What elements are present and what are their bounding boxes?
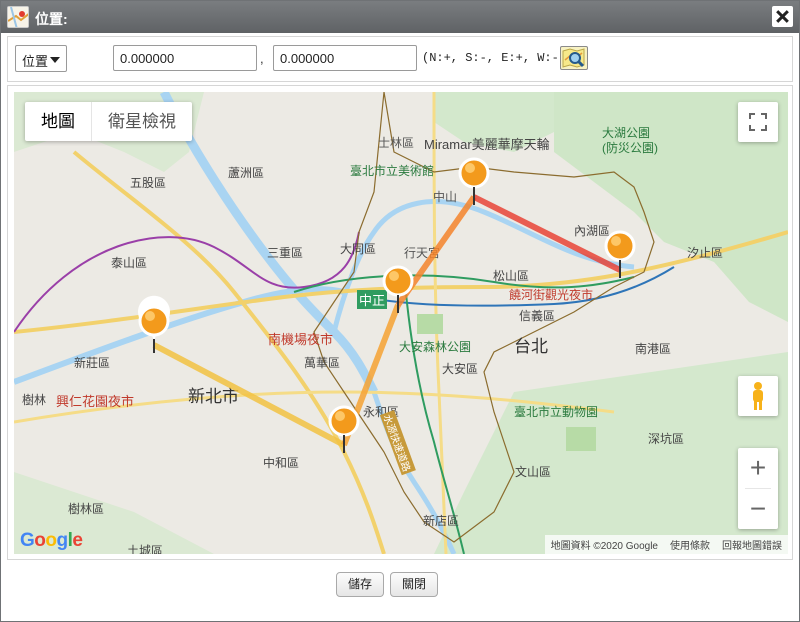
coordinate-hint: (N:+, S:-, E:+, W:- ) [422, 51, 574, 65]
title-bar: 位置: [1, 1, 799, 33]
map-canvas[interactable]: 士林區 Miramar美麗華摩天輪 大湖公園 (防災公園) 五股區 蘆洲區 臺北… [14, 92, 788, 554]
map-frame: 士林區 Miramar美麗華摩天輪 大湖公園 (防災公園) 五股區 蘆洲區 臺北… [7, 85, 793, 560]
street-view-button[interactable] [738, 376, 778, 416]
marker-xinzhuang [138, 295, 170, 353]
chevron-down-icon [50, 57, 60, 63]
map-attribution: 地圖資料 ©2020 Google 使用條款 回報地圖錯誤 [544, 535, 788, 554]
zoom-control: + − [738, 448, 778, 529]
marker-zhongzheng [382, 265, 414, 313]
locate-button[interactable] [560, 46, 588, 70]
route-overlay [138, 157, 636, 453]
terms-link[interactable]: 使用條款 [670, 537, 710, 552]
route-segment-4 [472, 194, 622, 273]
fullscreen-button[interactable] [738, 102, 778, 142]
tab-map[interactable]: 地圖 [25, 102, 91, 141]
marker-zhonghe [328, 405, 360, 453]
close-button[interactable]: 關閉 [390, 572, 438, 597]
location-select[interactable]: 位置 [15, 45, 67, 72]
map-data-credit: 地圖資料 ©2020 Google [550, 541, 658, 552]
latitude-input[interactable] [113, 45, 257, 71]
fullscreen-icon [749, 113, 767, 131]
route-segment-1 [152, 342, 346, 448]
pegman-icon [753, 382, 763, 410]
zoom-in-button[interactable]: + [738, 448, 778, 488]
coordinate-separator: , [260, 51, 264, 66]
coordinate-toolbar: 位置 , (N:+, S:-, E:+, W:- ) [7, 36, 793, 82]
location-dialog: 位置: 位置 , (N:+, S:-, E:+, W:- ) [0, 0, 800, 622]
marker-neihu [604, 230, 636, 278]
longitude-input[interactable] [273, 45, 417, 71]
report-error-link[interactable]: 回報地圖錯誤 [722, 537, 782, 552]
save-button[interactable]: 儲存 [336, 572, 384, 597]
tab-satellite[interactable]: 衛星檢視 [91, 102, 192, 141]
location-select-value: 位置 [22, 54, 49, 69]
map-app-icon [7, 6, 29, 28]
marker-zhongshan [458, 157, 490, 205]
map-search-icon [562, 48, 585, 68]
google-logo[interactable]: Google [20, 530, 83, 552]
close-icon[interactable] [772, 6, 793, 27]
map-type-control: 地圖 衛星檢視 [25, 102, 192, 141]
dialog-title: 位置: [35, 11, 68, 27]
zoom-out-button[interactable]: − [738, 489, 778, 529]
